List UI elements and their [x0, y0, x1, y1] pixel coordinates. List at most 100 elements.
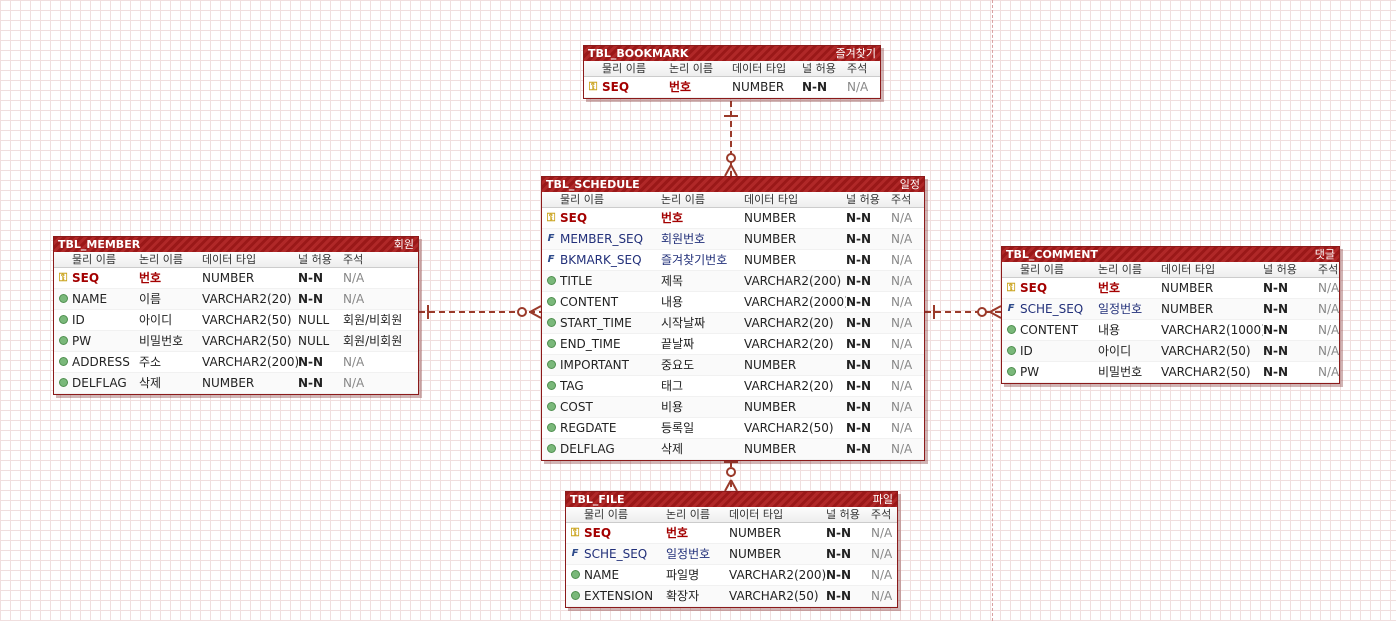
column-row[interactable]: COST 비용 NUMBER N-N N/A	[542, 397, 924, 418]
table-tbl-member[interactable]: TBL_MEMBER 회원 물리 이름 논리 이름 데이터 타입 널 허용 주석 ⚿ SEQ 번호…	[53, 236, 419, 395]
column-logical-name: 일정번호	[1098, 302, 1143, 316]
table-tbl-schedule[interactable]: TBL_SCHEDULE 일정 물리 이름 논리 이름 데이터 타입 널 허용 주석 ⚿ SEQ…	[541, 176, 925, 461]
table-physical-name: TBL_BOOKMARK	[588, 47, 689, 60]
column-dot-icon	[546, 443, 556, 453]
column-row[interactable]: ⚿ SEQ 번호 NUMBER N-N N/A	[54, 268, 418, 289]
table-tbl-file[interactable]: TBL_FILE 파일 물리 이름 논리 이름 데이터 타입 널 허용 주석 ⚿ SEQ 번호 NU…	[565, 491, 898, 608]
column-row[interactable]: F MEMBER_SEQ 회원번호 NUMBER N-N N/A	[542, 229, 924, 250]
column-physical-name: COST	[560, 400, 593, 414]
column-nullable: N-N	[826, 568, 852, 582]
column-nullable: N-N	[846, 337, 872, 351]
table-logical-name: 즐겨찾기	[835, 47, 876, 60]
column-logical-name: 즐겨찾기번호	[661, 253, 728, 267]
column-logical-name: 삭제	[661, 442, 684, 456]
column-row[interactable]: NAME 이름 VARCHAR2(20) N-N N/A	[54, 289, 418, 310]
column-icon: F	[542, 229, 560, 249]
column-logical-name: 등록일	[661, 421, 695, 435]
column-logical-name: 회원번호	[661, 232, 706, 246]
column-row[interactable]: DELFLAG 삭제 NUMBER N-N N/A	[542, 439, 924, 460]
column-data-type: VARCHAR2(50)	[744, 421, 834, 435]
column-row[interactable]: NAME 파일명 VARCHAR2(200) N-N N/A	[566, 565, 897, 586]
column-logical-name: 아이디	[139, 313, 173, 327]
column-physical-name: IMPORTANT	[560, 358, 629, 372]
header-icon-spacer	[542, 192, 560, 207]
column-row[interactable]: ⚿ SEQ 번호 NUMBER N-N N/A	[1002, 278, 1339, 299]
column-nullable: N-N	[1263, 281, 1289, 295]
table-tbl-comment[interactable]: TBL_COMMENT 댓글 물리 이름 논리 이름 데이터 타입 널 허용 주석 ⚿ SEQ 번…	[1001, 246, 1340, 384]
column-dot-icon	[546, 317, 556, 327]
table-physical-name: TBL_MEMBER	[58, 238, 141, 251]
column-logical-name: 번호	[666, 526, 689, 540]
column-dot-icon	[58, 314, 68, 324]
column-physical-name: ADDRESS	[72, 355, 130, 369]
column-logical-name: 일정번호	[666, 547, 711, 561]
column-logical-name: 끝날짜	[661, 337, 695, 351]
column-row[interactable]: ⚿ SEQ 번호 NUMBER N-N N/A	[542, 208, 924, 229]
table-title-bar[interactable]: TBL_FILE 파일	[566, 492, 897, 507]
table-title-bar[interactable]: TBL_BOOKMARK 즐겨찾기	[584, 46, 880, 61]
column-row[interactable]: TAG 태그 VARCHAR2(20) N-N N/A	[542, 376, 924, 397]
column-comment: N/A	[891, 211, 913, 225]
column-row[interactable]: ⚿ SEQ 번호 NUMBER N-N N/A	[584, 77, 880, 98]
table-physical-name: TBL_FILE	[570, 493, 625, 506]
column-header-row: 물리 이름 논리 이름 데이터 타입 널 허용 주석	[1002, 262, 1339, 278]
column-logical-name: 삭제	[139, 376, 162, 390]
column-physical-name: CONTENT	[1020, 323, 1079, 337]
column-dot-icon	[58, 293, 68, 303]
foreign-key-icon: F	[571, 548, 579, 559]
column-icon	[542, 334, 560, 354]
column-comment: N/A	[891, 421, 913, 435]
column-logical-name: 이름	[139, 292, 162, 306]
header-logical: 논리 이름	[669, 62, 713, 75]
column-header-row: 물리 이름 논리 이름 데이터 타입 널 허용 주석	[566, 507, 897, 523]
column-row[interactable]: PW 비밀번호 VARCHAR2(50) N-N N/A	[1002, 362, 1339, 383]
column-row[interactable]: ID 아이디 VARCHAR2(50) N-N N/A	[1002, 341, 1339, 362]
column-data-type: VARCHAR2(20)	[744, 379, 834, 393]
column-comment: N/A	[891, 442, 913, 456]
column-dot-icon	[546, 422, 556, 432]
erd-canvas: TBL_BOOKMARK 즐겨찾기 물리 이름 논리 이름 데이터 타입 널 허용 주석 ⚿ S…	[0, 0, 1396, 621]
column-row[interactable]: PW 비밀번호 VARCHAR2(50) NULL 회원/비회원	[54, 331, 418, 352]
column-icon: F	[1002, 299, 1020, 319]
header-null: 널 허용	[1263, 263, 1297, 276]
column-row[interactable]: IMPORTANT 중요도 NUMBER N-N N/A	[542, 355, 924, 376]
column-row[interactable]: ID 아이디 VARCHAR2(50) NULL 회원/비회원	[54, 310, 418, 331]
table-title-bar[interactable]: TBL_SCHEDULE 일정	[542, 177, 924, 192]
column-row[interactable]: F BKMARK_SEQ 즐겨찾기번호 NUMBER N-N N/A	[542, 250, 924, 271]
column-row[interactable]: F SCHE_SEQ 일정번호 NUMBER N-N N/A	[566, 544, 897, 565]
table-tbl-bookmark[interactable]: TBL_BOOKMARK 즐겨찾기 물리 이름 논리 이름 데이터 타입 널 허용 주석 ⚿ S…	[583, 45, 881, 99]
column-nullable: N-N	[846, 253, 872, 267]
column-dot-icon	[546, 401, 556, 411]
column-comment: N/A	[1318, 365, 1340, 379]
column-row[interactable]: F SCHE_SEQ 일정번호 NUMBER N-N N/A	[1002, 299, 1339, 320]
column-row[interactable]: EXTENSION 확장자 VARCHAR2(50) N-N N/A	[566, 586, 897, 607]
table-title-bar[interactable]: TBL_COMMENT 댓글	[1002, 247, 1339, 262]
column-row[interactable]: ADDRESS 주소 VARCHAR2(200) N-N N/A	[54, 352, 418, 373]
header-logical: 논리 이름	[1098, 263, 1142, 276]
column-row[interactable]: REGDATE 등록일 VARCHAR2(50) N-N N/A	[542, 418, 924, 439]
column-dot-icon	[58, 377, 68, 387]
column-comment: N/A	[891, 400, 913, 414]
column-data-type: VARCHAR2(200)	[729, 568, 826, 582]
column-row[interactable]: START_TIME 시작날짜 VARCHAR2(20) N-N N/A	[542, 313, 924, 334]
column-logical-name: 파일명	[666, 568, 700, 582]
column-row[interactable]: CONTENT 내용 VARCHAR2(2000) N-N N/A	[542, 292, 924, 313]
column-comment: N/A	[891, 253, 913, 267]
column-row[interactable]: ⚿ SEQ 번호 NUMBER N-N N/A	[566, 523, 897, 544]
column-row[interactable]: END_TIME 끝날짜 VARCHAR2(20) N-N N/A	[542, 334, 924, 355]
column-row[interactable]: TITLE 제목 VARCHAR2(200) N-N N/A	[542, 271, 924, 292]
column-physical-name: SEQ	[602, 80, 630, 94]
column-row[interactable]: CONTENT 내용 VARCHAR2(1000) N-N N/A	[1002, 320, 1339, 341]
column-nullable: N-N	[1263, 365, 1289, 379]
table-physical-name: TBL_SCHEDULE	[546, 178, 640, 191]
column-row[interactable]: DELFLAG 삭제 NUMBER N-N N/A	[54, 373, 418, 394]
column-comment: N/A	[343, 376, 365, 390]
column-physical-name: NAME	[584, 568, 620, 582]
column-nullable: N-N	[298, 355, 324, 369]
column-nullable: N-N	[846, 379, 872, 393]
column-comment: N/A	[1318, 302, 1340, 316]
table-title-bar[interactable]: TBL_MEMBER 회원	[54, 237, 418, 252]
column-nullable: N-N	[846, 295, 872, 309]
column-physical-name: CONTENT	[560, 295, 619, 309]
header-physical: 물리 이름	[602, 62, 646, 75]
